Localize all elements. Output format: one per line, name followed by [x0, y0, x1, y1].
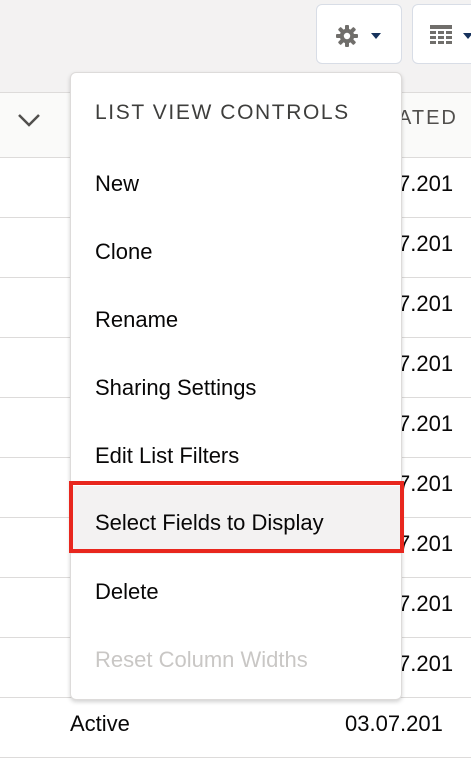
date-cell: 7.201: [398, 171, 454, 196]
status-cell: Active: [70, 711, 130, 736]
chevron-down-icon: [371, 33, 381, 39]
menu-item-label: Select Fields to Display: [95, 510, 324, 535]
list-view-controls-menu: LIST VIEW CONTROLS New Clone Rename Shar…: [70, 72, 402, 700]
menu-item-sharing-settings[interactable]: Sharing Settings: [71, 363, 401, 413]
menu-item-clone[interactable]: Clone: [71, 227, 401, 277]
menu-item-label: Reset Column Widths: [95, 647, 308, 672]
date-cell: 7.201: [398, 651, 454, 676]
menu-item-label: Edit List Filters: [95, 443, 240, 468]
date-cell: 7.201: [398, 291, 454, 316]
menu-item-select-fields-to-display[interactable]: Select Fields to Display: [71, 486, 401, 554]
menu-item-rename[interactable]: Rename: [71, 295, 401, 345]
menu-item-delete[interactable]: Delete: [71, 567, 401, 617]
list-view-controls-button[interactable]: [316, 4, 402, 64]
date-cell: 7.201: [398, 351, 454, 376]
date-cell: 7.201: [398, 591, 454, 616]
date-cell: 7.201: [398, 471, 454, 496]
menu-item-reset-column-widths: Reset Column Widths: [71, 635, 401, 685]
table-icon: [430, 25, 452, 44]
menu-item-label: Sharing Settings: [95, 375, 257, 400]
table-row[interactable]: Active 03.07.201: [0, 698, 471, 758]
chevron-down-icon[interactable]: [16, 111, 42, 129]
chevron-down-icon: [463, 33, 471, 39]
date-cell: 03.07.201: [345, 711, 443, 736]
menu-item-new[interactable]: New: [71, 159, 401, 209]
menu-item-label: Delete: [95, 579, 159, 604]
display-as-button[interactable]: [412, 4, 471, 64]
date-cell: 7.201: [398, 411, 454, 436]
menu-item-label: New: [95, 171, 140, 196]
menu-item-label: Clone: [95, 239, 153, 264]
menu-header: LIST VIEW CONTROLS: [95, 101, 350, 124]
menu-item-label: Rename: [95, 307, 179, 332]
gear-icon: [336, 25, 358, 47]
column-header-created[interactable]: ATED: [398, 107, 458, 130]
menu-item-edit-list-filters[interactable]: Edit List Filters: [71, 431, 401, 481]
date-cell: 7.201: [398, 531, 454, 556]
date-cell: 7.201: [398, 231, 454, 256]
